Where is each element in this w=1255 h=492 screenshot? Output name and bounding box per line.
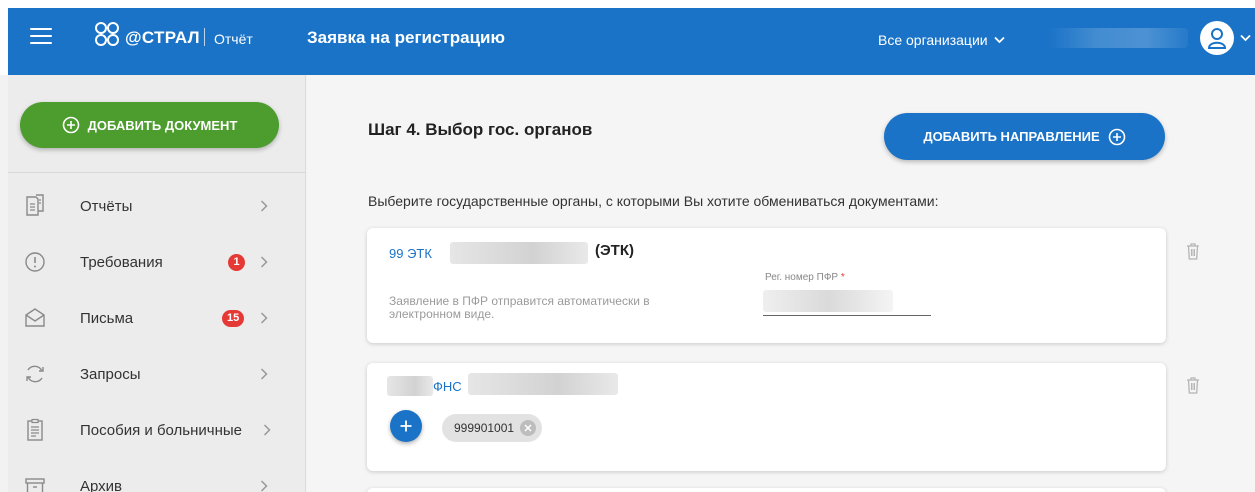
organization-select-label: Все организации xyxy=(878,32,988,48)
chevron-right-icon xyxy=(260,368,268,380)
trash-icon[interactable] xyxy=(1186,376,1200,394)
main-content: Шаг 4. Выбор гос. органов ДОБАВИТЬ НАПРА… xyxy=(307,75,1255,492)
chevron-right-icon xyxy=(260,312,268,324)
logo-divider xyxy=(204,28,205,46)
sidebar-item-label: Требования xyxy=(80,253,163,271)
notification-badge: 15 xyxy=(222,309,245,327)
kpp-chip: 999901001 xyxy=(442,414,543,442)
required-marker: * xyxy=(840,272,845,283)
kpp-chip-label: 999901001 xyxy=(454,421,515,435)
add-direction-button[interactable]: ДОБАВИТЬ НАПРАВЛЕНИЕ xyxy=(884,113,1165,160)
sidebar-item-requests[interactable]: Запросы xyxy=(8,346,306,402)
sidebar-item-label: Пособия и больничные xyxy=(80,421,242,439)
user-menu-chevron-icon[interactable] xyxy=(1240,34,1251,42)
plus-icon xyxy=(400,420,412,432)
user-name-redacted xyxy=(1048,28,1188,48)
archive-icon xyxy=(25,478,45,492)
auto-send-note: Заявление в ПФР отправится автоматически… xyxy=(389,294,650,321)
chevron-right-icon xyxy=(260,480,268,492)
chip-remove-button[interactable] xyxy=(520,420,537,436)
pfr-number-label: Рег. номер ПФР * xyxy=(765,272,845,283)
chevron-right-icon xyxy=(260,256,268,268)
sidebar-item-label: Архив xyxy=(80,477,123,492)
organization-select[interactable]: Все организации xyxy=(878,32,1005,48)
authority-code[interactable]: 99 ЭТК xyxy=(389,246,432,261)
notification-badge: 1 xyxy=(228,253,245,271)
user-avatar[interactable] xyxy=(1200,21,1234,55)
astral-logo-icon xyxy=(95,22,119,46)
sidebar-item-label: Отчёты xyxy=(80,197,133,215)
chevron-right-icon xyxy=(263,424,271,436)
add-document-label: ДОБАВИТЬ ДОКУМЕНТ xyxy=(87,117,238,133)
authority-card-fns: ФНС 999901001 xyxy=(367,363,1166,471)
authority-name-redacted xyxy=(468,373,618,395)
requests-icon xyxy=(26,365,44,383)
logo-text: @СТРАЛ xyxy=(125,28,200,47)
sidebar-item-label: Запросы xyxy=(80,365,141,383)
close-icon xyxy=(524,424,532,432)
sidebar-item-label: Письма xyxy=(80,309,134,327)
add-document-button[interactable]: ДОБАВИТЬ ДОКУМЕНТ xyxy=(20,102,279,148)
pfr-number-label-text: Рег. номер ПФР xyxy=(765,272,839,283)
pfr-number-redacted xyxy=(763,290,893,312)
plus-circle-icon xyxy=(62,116,79,134)
plus-circle-icon xyxy=(1108,128,1125,145)
requirements-icon xyxy=(25,252,45,272)
authority-suffix: (ЭТК) xyxy=(595,242,634,259)
letters-icon xyxy=(25,308,45,327)
add-direction-label: ДОБАВИТЬ НАПРАВЛЕНИЕ xyxy=(923,129,1100,144)
sidebar-item-benefits[interactable]: Пособия и больничные xyxy=(8,402,306,458)
authority-card-etk: 99 ЭТК (ЭТК) Заявление в ПФР отправится … xyxy=(367,228,1166,343)
add-kpp-button[interactable] xyxy=(390,410,422,442)
step-title: Шаг 4. Выбор гос. органов xyxy=(368,120,593,139)
sidebar-item-archive[interactable]: Архив xyxy=(8,458,306,492)
authority-code-redacted xyxy=(387,376,433,396)
reports-icon xyxy=(26,194,44,216)
chevron-down-icon xyxy=(993,36,1005,44)
page-title: Заявка на регистрацию xyxy=(307,28,506,47)
sidebar: ДОБАВИТЬ ДОКУМЕНТ Отчёты Требования 1 Пи… xyxy=(8,75,306,492)
authority-card xyxy=(367,488,1166,492)
authority-name-redacted xyxy=(450,242,588,264)
user-icon xyxy=(1207,28,1227,49)
logo-subtitle: Отчёт xyxy=(214,31,253,47)
benefits-icon xyxy=(27,418,43,441)
authority-code[interactable]: ФНС xyxy=(433,379,462,394)
menu-icon[interactable] xyxy=(30,28,52,44)
sidebar-divider xyxy=(8,172,306,173)
sidebar-item-letters[interactable]: Письма 15 xyxy=(8,290,306,346)
sidebar-item-reports[interactable]: Отчёты xyxy=(8,178,306,234)
pfr-number-field[interactable] xyxy=(763,288,931,316)
chevron-right-icon xyxy=(260,200,268,212)
instructions-text: Выберите государственные органы, с котор… xyxy=(368,193,939,209)
trash-icon[interactable] xyxy=(1186,242,1200,260)
sidebar-item-requirements[interactable]: Требования 1 xyxy=(8,234,306,290)
